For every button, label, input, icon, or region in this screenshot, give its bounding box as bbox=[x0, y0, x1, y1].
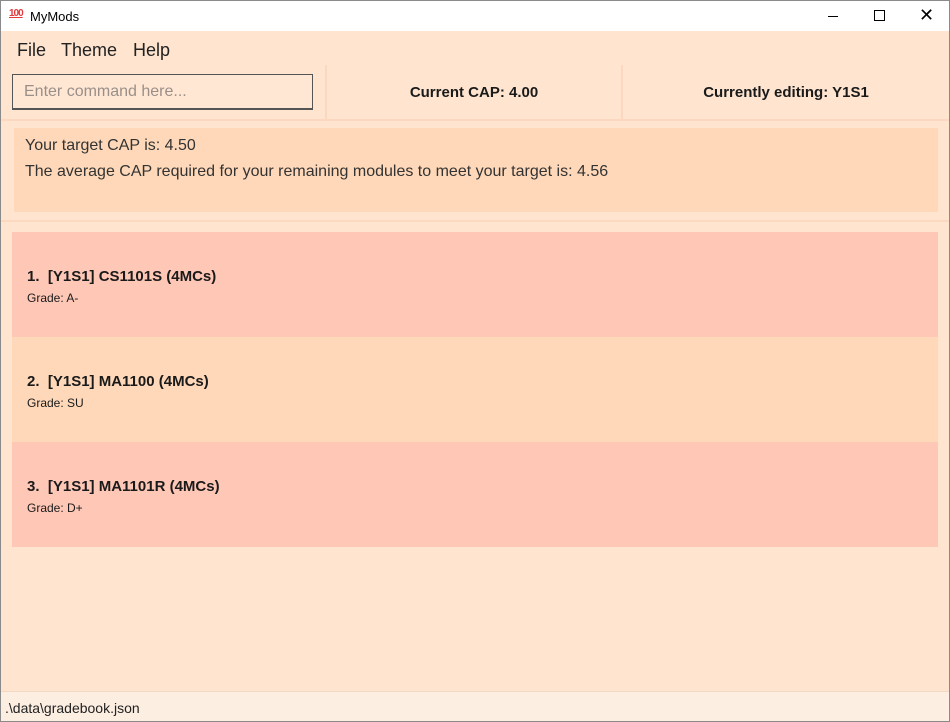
current-cap-label: Current CAP: 4.00 bbox=[409, 83, 539, 101]
menu-help[interactable]: Help bbox=[133, 40, 170, 61]
status-bar: .\data\gradebook.json bbox=[1, 691, 949, 721]
divider bbox=[1, 220, 949, 222]
module-name: [Y1S1] CS1101S (4MCs) bbox=[47, 268, 217, 285]
module-index: 2. bbox=[27, 373, 40, 390]
command-input[interactable] bbox=[12, 74, 313, 110]
minimize-icon bbox=[828, 16, 838, 17]
module-grade: Grade: A- bbox=[27, 291, 79, 305]
module-grade: Grade: SU bbox=[27, 396, 84, 410]
module-title: 3. [Y1S1] MA1101R (4MCs) bbox=[27, 478, 220, 495]
window-title: MyMods bbox=[30, 9, 80, 24]
module-title: 1. [Y1S1] CS1101S (4MCs) bbox=[27, 268, 216, 285]
maximize-icon bbox=[874, 10, 885, 21]
module-name: [Y1S1] MA1100 (4MCs) bbox=[47, 373, 209, 390]
hundred-points-icon: 100 bbox=[9, 8, 24, 19]
save-location: .\data\gradebook.json bbox=[5, 700, 140, 716]
close-button[interactable]: ✕ bbox=[902, 1, 948, 31]
title-bar: 100 MyMods ✕ bbox=[1, 1, 949, 31]
module-name: [Y1S1] MA1101R (4MCs) bbox=[47, 478, 220, 495]
module-list: 1. [Y1S1] CS1101S (4MCs) Grade: A- 2. [Y… bbox=[12, 232, 938, 547]
command-box bbox=[1, 65, 327, 121]
module-index: 1. bbox=[27, 268, 40, 285]
result-display: Your target CAP is: 4.50 The average CAP… bbox=[14, 128, 938, 212]
module-card[interactable]: 3. [Y1S1] MA1101R (4MCs) Grade: D+ bbox=[12, 442, 938, 547]
app-window: 100 MyMods ✕ File Theme Help Current CAP… bbox=[0, 0, 950, 722]
module-title: 2. [Y1S1] MA1100 (4MCs) bbox=[27, 373, 209, 390]
module-index: 3. bbox=[27, 478, 40, 495]
currently-editing-panel: Currently editing: Y1S1 bbox=[623, 65, 949, 121]
menu-bar: File Theme Help bbox=[1, 31, 949, 65]
module-grade: Grade: D+ bbox=[27, 501, 83, 515]
maximize-button[interactable] bbox=[856, 1, 902, 31]
close-icon: ✕ bbox=[919, 5, 935, 25]
module-card[interactable]: 2. [Y1S1] MA1100 (4MCs) Grade: SU bbox=[12, 337, 938, 442]
minimize-button[interactable] bbox=[810, 1, 856, 31]
menu-file[interactable]: File bbox=[17, 40, 46, 61]
module-card[interactable]: 1. [Y1S1] CS1101S (4MCs) Grade: A- bbox=[12, 232, 938, 337]
menu-theme[interactable]: Theme bbox=[61, 40, 117, 61]
current-cap-panel: Current CAP: 4.00 bbox=[327, 65, 623, 121]
required-cap-text: The average CAP required for your remain… bbox=[25, 163, 609, 180]
currently-editing-label: Currently editing: Y1S1 bbox=[703, 83, 869, 101]
target-cap-text: Your target CAP is: 4.50 bbox=[25, 137, 196, 154]
